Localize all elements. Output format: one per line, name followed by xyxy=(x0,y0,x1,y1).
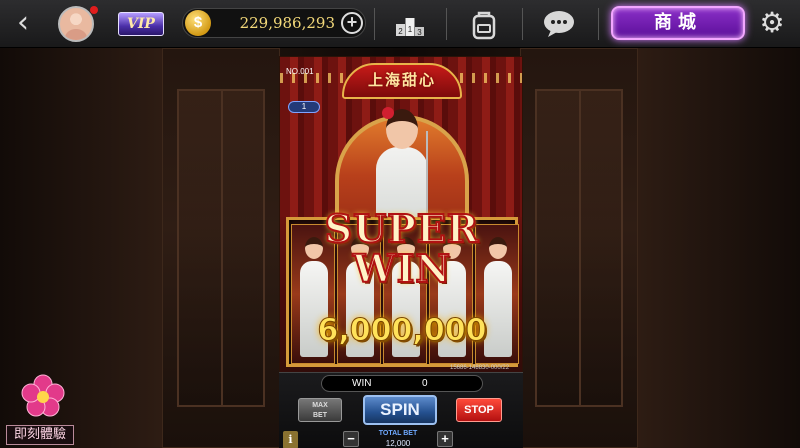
machine-number: NO.001 xyxy=(286,67,314,76)
spin-button[interactable]: SPIN xyxy=(363,395,437,425)
max-bet-button[interactable]: MAX BET xyxy=(298,398,342,422)
svg-text:1: 1 xyxy=(408,25,413,34)
top-bar: ‹ VIP $ 229,986,293 + 2 1 3 商城 ⚙ xyxy=(0,0,800,48)
gear-icon[interactable]: ⚙ xyxy=(756,8,788,40)
left-door xyxy=(162,48,280,448)
win-display: WIN 0 xyxy=(321,375,483,392)
shop-button[interactable]: 商城 xyxy=(611,6,745,40)
info-icon[interactable]: i xyxy=(283,431,298,448)
stop-button[interactable]: STOP xyxy=(456,398,502,422)
super-win-line-2: WIN xyxy=(352,246,452,291)
win-label: WIN xyxy=(352,378,372,389)
avatar[interactable] xyxy=(58,6,94,42)
total-bet-label: TOTAL BET xyxy=(378,430,418,437)
right-door xyxy=(520,48,638,448)
machine-code: 15686-148830-000/22 xyxy=(450,365,510,371)
free-trial-button[interactable]: 即刻體驗 xyxy=(6,425,74,445)
divider xyxy=(374,8,375,40)
divider xyxy=(522,8,523,40)
control-panel: WIN 0 MAX BET SPIN STOP i − TOTAL BET 12… xyxy=(279,372,523,448)
max-bet-label-2: BET xyxy=(313,412,327,419)
total-bet-value: 12,000 xyxy=(385,439,411,448)
line-badge: 1 xyxy=(288,101,320,113)
add-coins-button[interactable]: + xyxy=(341,12,363,34)
vip-badge[interactable]: VIP xyxy=(118,12,164,36)
increase-bet-button[interactable]: + xyxy=(437,431,453,447)
divider xyxy=(446,8,447,40)
backpack-icon[interactable] xyxy=(466,8,502,40)
flower-icon[interactable] xyxy=(20,374,66,418)
divider xyxy=(598,8,599,40)
back-chevron-icon[interactable]: ‹ xyxy=(8,8,38,40)
svg-text:2: 2 xyxy=(398,27,403,36)
max-bet-label-1: MAX xyxy=(312,402,328,409)
game-title: 上海甜心 xyxy=(367,71,436,89)
podium-icon[interactable]: 2 1 3 xyxy=(392,8,428,40)
super-win-banner: SUPER WIN xyxy=(280,206,522,291)
decrease-bet-button[interactable]: − xyxy=(343,431,359,447)
coin-value: 229,986,293 xyxy=(239,14,335,32)
coin-balance: $ 229,986,293 + xyxy=(182,8,366,38)
win-amount: 6,000,000 xyxy=(317,313,487,349)
notification-dot xyxy=(90,6,98,14)
coin-icon: $ xyxy=(185,10,211,36)
super-win-line-1: SUPER xyxy=(324,206,480,251)
chat-bubble-icon[interactable] xyxy=(541,8,577,40)
win-value: 0 xyxy=(422,378,428,389)
svg-text:3: 3 xyxy=(417,28,422,37)
